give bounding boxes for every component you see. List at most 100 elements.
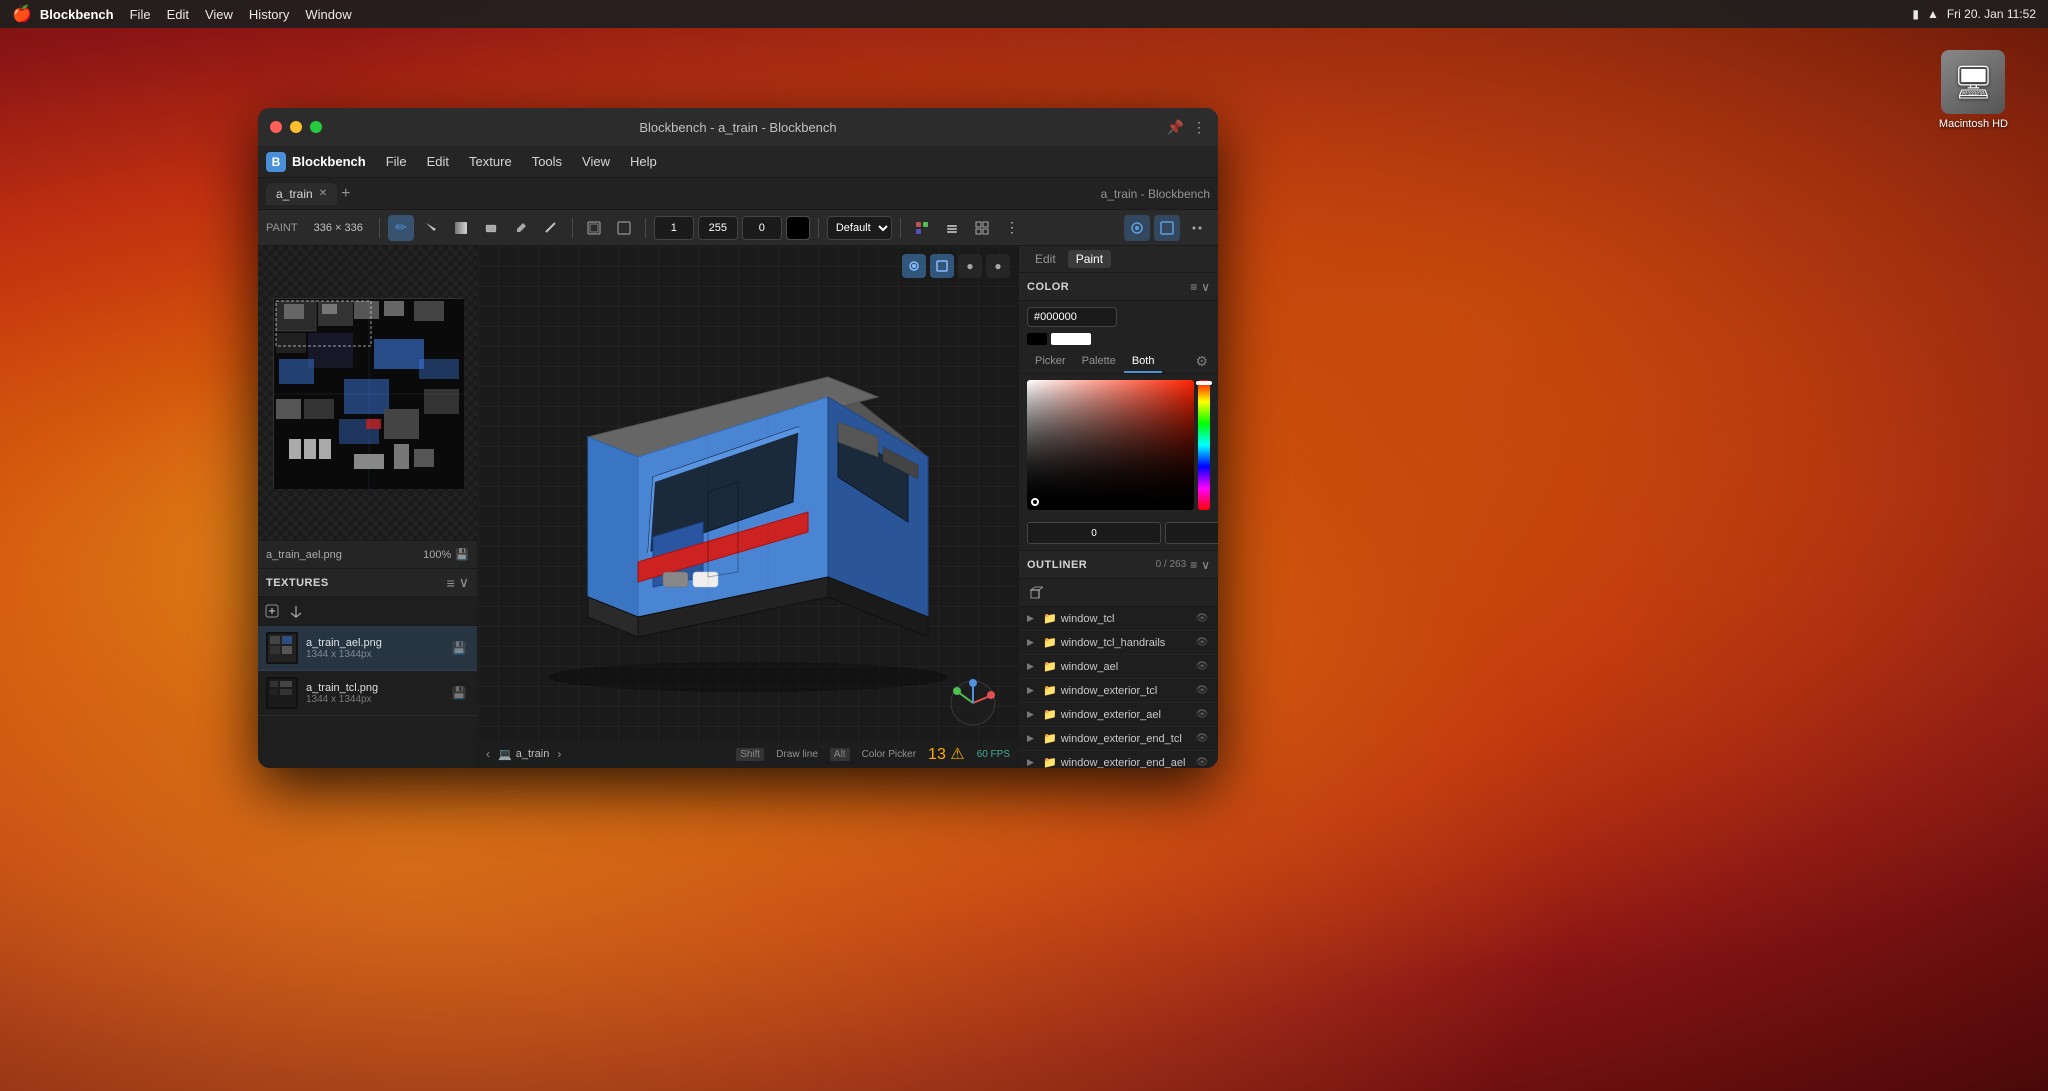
tool-fill[interactable] [418,215,444,241]
outliner-item-window-tcl[interactable]: ▶ 📁 window_tcl 👁 [1019,607,1218,631]
color-tab-picker[interactable]: Picker [1027,351,1074,373]
viewport-ctrl-texture[interactable] [930,254,954,278]
color-gradient-main[interactable] [1027,380,1194,510]
texture-info-tcl: a_train_tcl.png 1344 x 1344px [306,682,441,705]
desktop-macintosh-hd[interactable]: 🖥 Macintosh HD [1939,50,2008,130]
more-button[interactable]: ⋮ [1192,119,1206,136]
tab-a-train[interactable]: a_train ✕ [266,183,337,205]
outliner-eye-4[interactable]: 👁 [1194,683,1210,699]
tool-line[interactable] [538,215,564,241]
tool-pencil[interactable]: ✏ [388,215,414,241]
viewport-btn-options[interactable] [1184,215,1210,241]
color-swatch-white[interactable] [1051,333,1091,345]
toolbar-btn-channels[interactable] [909,215,935,241]
viewport-btn-render[interactable] [1124,215,1150,241]
outliner-menu-btn[interactable]: ≡ [1190,558,1197,572]
tab-edit[interactable]: Edit [1027,250,1064,268]
toolbar-btn-more[interactable]: ⋮ [999,215,1025,241]
minimize-button[interactable] [290,121,302,133]
texture-canvas-area[interactable] [258,246,477,540]
pin-button[interactable]: 📌 [1167,119,1184,136]
color-hue-strip[interactable] [1198,380,1210,510]
tab-close-button[interactable]: ✕ [319,188,327,199]
viewport-ctrl-render[interactable] [902,254,926,278]
tab-label: a_train [276,187,313,201]
menu-help[interactable]: Help [622,152,665,171]
tool-gradient[interactable] [448,215,474,241]
rgb-g-input[interactable] [1165,522,1218,544]
menu-view[interactable]: View [574,152,618,171]
toolbar-mode-select[interactable]: Default [827,216,892,240]
apple-menu[interactable]: 🍎 [12,4,32,24]
texture-item-tcl[interactable]: a_train_tcl.png 1344 x 1344px 💾 [258,671,477,716]
toolbar-input-3[interactable] [742,216,782,240]
viewport-ctrl-dot2[interactable]: ● [986,254,1010,278]
color-collapse-btn[interactable]: ∨ [1201,280,1210,294]
texture-save-icon[interactable]: 💾 [455,548,469,561]
outliner-item-window-ael[interactable]: ▶ 📁 window_ael 👁 [1019,655,1218,679]
outliner-collapse-btn[interactable]: ∨ [1201,558,1210,572]
color-tab-palette[interactable]: Palette [1074,351,1124,373]
color-hex-input[interactable] [1027,307,1117,327]
textures-collapse-btn[interactable]: ∨ [459,574,469,591]
menubar-file[interactable]: File [130,7,151,22]
color-panel: COLOR ≡ ∨ Picker Palette Both ⚙ [1019,273,1218,551]
outliner-eye-1[interactable]: 👁 [1194,611,1210,627]
toolbar-btn-grid[interactable] [969,215,995,241]
menubar-view[interactable]: View [205,7,233,22]
viewport-btn-texture[interactable] [1154,215,1180,241]
outliner-item-window-exterior-end-ael[interactable]: ▶ 📁 window_exterior_end_ael 👁 [1019,751,1218,768]
toolbar-input-2[interactable] [698,216,738,240]
viewport-prev-btn[interactable]: ‹ [486,747,490,761]
color-picker-area[interactable] [1019,374,1218,516]
menubar-app-name[interactable]: Blockbench [40,7,114,22]
menu-edit[interactable]: Edit [419,152,457,171]
outliner-item-window-exterior-tcl[interactable]: ▶ 📁 window_exterior_tcl 👁 [1019,679,1218,703]
tool-eraser[interactable] [478,215,504,241]
navigation-gizmo[interactable]: X Y Z [948,678,998,728]
color-tab-both[interactable]: Both [1124,351,1163,373]
maximize-button[interactable] [310,121,322,133]
outliner-item-window-tcl-handrails[interactable]: ▶ 📁 window_tcl_handrails 👁 [1019,631,1218,655]
texture-action-tcl[interactable]: 💾 [449,683,469,703]
tab-add-button[interactable]: + [341,185,350,203]
toolbar-input-1[interactable] [654,216,694,240]
menu-tools[interactable]: Tools [524,152,570,171]
viewport-tab-name: 💻 a_train [498,748,549,761]
outliner-cube-btn[interactable] [1025,582,1047,604]
color-swatch-black[interactable] [1027,333,1047,345]
menubar-history[interactable]: History [249,7,289,22]
outliner-eye-2[interactable]: 👁 [1194,635,1210,651]
tool-dropper[interactable] [508,215,534,241]
tool-crop[interactable] [611,215,637,241]
close-button[interactable] [270,121,282,133]
outliner-item-window-exterior-ael[interactable]: ▶ 📁 window_exterior_ael 👁 [1019,703,1218,727]
textures-menu-btn[interactable]: ≡ [447,575,455,591]
texture-action-ael[interactable]: 💾 [449,638,469,658]
outliner-eye-7[interactable]: 👁 [1194,755,1210,769]
color-menu-btn[interactable]: ≡ [1190,280,1197,294]
outliner-eye-3[interactable]: 👁 [1194,659,1210,675]
outliner-eye-5[interactable]: 👁 [1194,707,1210,723]
menu-texture[interactable]: Texture [461,152,520,171]
outliner-eye-6[interactable]: 👁 [1194,731,1210,747]
tool-uv-overlay[interactable] [581,215,607,241]
tab-paint[interactable]: Paint [1068,250,1111,268]
color-settings-btn[interactable]: ⚙ [1193,351,1210,373]
viewport-ctrl-dot1[interactable]: ● [958,254,982,278]
toolbar-color-swatch[interactable] [786,216,810,240]
texture-add-new[interactable] [262,601,282,621]
texture-import[interactable] [286,601,306,621]
outliner-item-window-exterior-end-tcl[interactable]: ▶ 📁 window_exterior_end_tcl 👁 [1019,727,1218,751]
outliner-panel: OUTLINER 0 / 263 ≡ ∨ ▶ 📁 window_tcl [1019,551,1218,768]
toolbar-btn-layers[interactable] [939,215,965,241]
rgb-r-input[interactable] [1027,522,1161,544]
texture-item-ael[interactable]: a_train_ael.png 1344 x 1344px 💾 [258,626,477,671]
menu-file[interactable]: File [378,152,415,171]
textures-panel: TEXTURES ≡ ∨ [258,568,477,768]
menubar-window[interactable]: Window [305,7,351,22]
texture-name-tcl: a_train_tcl.png [306,682,441,694]
3d-viewport[interactable]: ● ● X Y Z [478,246,1018,768]
menubar-edit[interactable]: Edit [167,7,189,22]
viewport-next-btn[interactable]: › [557,747,561,761]
